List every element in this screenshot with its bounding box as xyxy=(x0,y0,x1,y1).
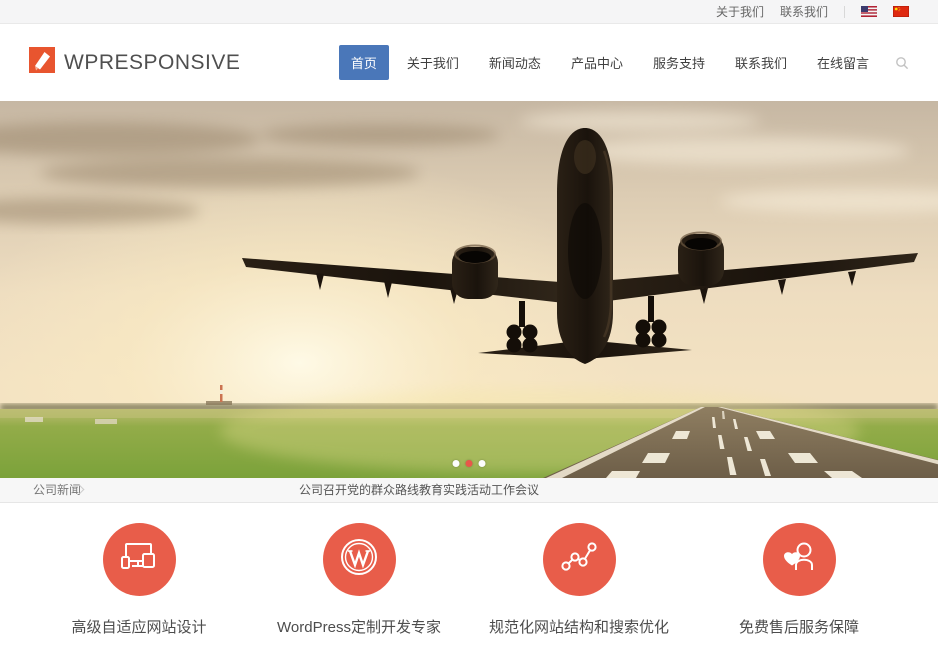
cn-flag-icon[interactable] xyxy=(893,6,909,17)
slider-dot-2-active[interactable] xyxy=(466,460,473,467)
wordpress-icon xyxy=(337,535,381,584)
site-header: WPRESPONSIVE 首页 关于我们 新闻动态 产品中心 服务支持 联系我们… xyxy=(0,24,938,101)
ticker-headline-link[interactable]: 公司召开党的群众路线教育实践活动工作会议 xyxy=(299,478,539,502)
seo-line-chart-icon xyxy=(557,535,601,584)
feature-responsive-design: 高级自适应网站设计 我们设计开发的响应式WordPress高级企业主题， xyxy=(29,523,249,647)
feature-title: 免费售后服务保障 xyxy=(689,616,909,637)
logo-text: WPRESPONSIVE xyxy=(64,51,240,75)
feature-circle-3[interactable] xyxy=(543,523,616,596)
site-logo[interactable]: WPRESPONSIVE xyxy=(29,47,240,78)
feature-title: 高级自适应网站设计 xyxy=(29,616,249,637)
slider-pagination xyxy=(453,460,486,467)
nav-item-message[interactable]: 在线留言 xyxy=(805,45,881,80)
us-flag-icon[interactable] xyxy=(861,6,877,17)
responsive-devices-icon xyxy=(118,536,160,583)
nav-item-home[interactable]: 首页 xyxy=(339,45,389,80)
main-nav: 首页 关于我们 新闻动态 产品中心 服务支持 联系我们 在线留言 xyxy=(339,45,909,80)
topbar: 关于我们 联系我们 xyxy=(0,0,938,24)
topbar-link-contact[interactable]: 联系我们 xyxy=(780,3,828,20)
feature-circle-4[interactable] xyxy=(763,523,836,596)
logo-icon xyxy=(29,47,55,78)
feature-circle-2[interactable] xyxy=(323,523,396,596)
features-section: 高级自适应网站设计 我们设计开发的响应式WordPress高级企业主题， Wor… xyxy=(0,503,938,647)
feature-seo: 规范化网站结构和搜索优化 简洁高效的规范化代码结构可以更好地保证网站的 xyxy=(469,523,689,647)
feature-title: 规范化网站结构和搜索优化 xyxy=(469,616,689,637)
nav-item-products[interactable]: 产品中心 xyxy=(559,45,635,80)
feature-title: WordPress定制开发专家 xyxy=(249,616,469,637)
nav-item-about[interactable]: 关于我们 xyxy=(395,45,471,80)
ticker-label: 公司新闻 xyxy=(33,478,81,502)
topbar-divider xyxy=(844,6,845,18)
news-ticker: 公司新闻 公司召开党的群众路线教育实践活动工作会议 xyxy=(0,478,938,503)
topbar-link-about[interactable]: 关于我们 xyxy=(716,3,764,20)
after-sales-care-icon xyxy=(777,535,821,584)
feature-after-sales: 免费售后服务保障 我们为客户提供长期及时的在线售后服务支持、免 xyxy=(689,523,909,647)
feature-circle-1[interactable] xyxy=(103,523,176,596)
nav-item-news[interactable]: 新闻动态 xyxy=(477,45,553,80)
nav-item-support[interactable]: 服务支持 xyxy=(641,45,717,80)
slider-dot-1[interactable] xyxy=(453,460,460,467)
slider-dot-3[interactable] xyxy=(479,460,486,467)
search-icon[interactable] xyxy=(895,56,909,70)
hero-slider xyxy=(0,101,938,478)
feature-wordpress-dev: WordPress定制开发专家 WPYOU是国内专业提供WordPress网站定… xyxy=(249,523,469,647)
hero-image-airplane xyxy=(0,101,938,478)
nav-item-contact[interactable]: 联系我们 xyxy=(723,45,799,80)
